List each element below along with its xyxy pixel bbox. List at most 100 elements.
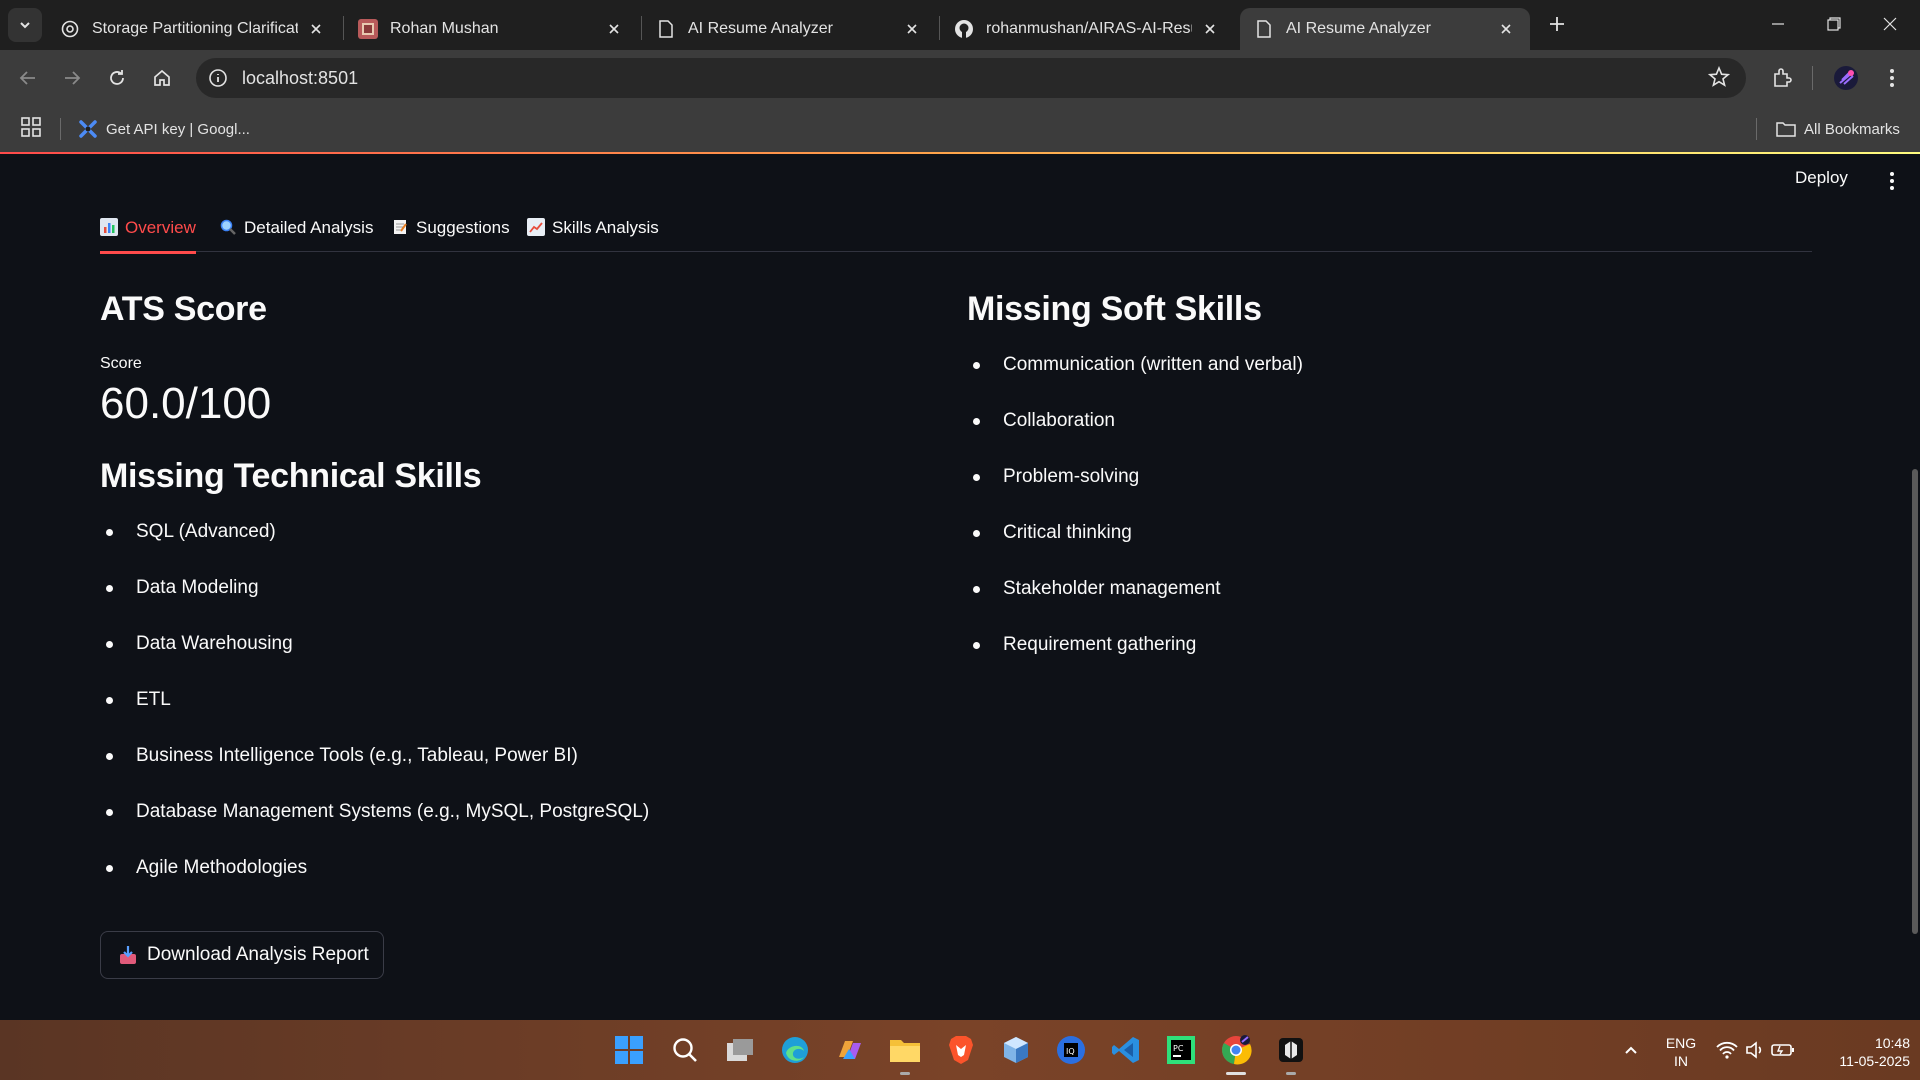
skill-list-item: Agile Methodologies: [100, 854, 920, 910]
skill-list-item: Business Intelligence Tools (e.g., Table…: [100, 742, 920, 798]
vscode-icon[interactable]: [1109, 1033, 1143, 1067]
score-metric-value: 60.0/100: [100, 379, 272, 428]
clock-time: 10:48: [1874, 1035, 1910, 1051]
minimize-icon: [1772, 23, 1784, 25]
restore-button[interactable]: [1806, 0, 1862, 48]
close-icon: [1883, 17, 1897, 31]
home-button[interactable]: [146, 62, 178, 94]
browser-tab-strip: Storage Partitioning Clarificatio Rohan …: [0, 0, 1920, 50]
tab-title: Rohan Mushan: [390, 20, 499, 37]
menu-dot: [1890, 186, 1894, 190]
search-icon[interactable]: [668, 1033, 702, 1067]
skill-list-item: ETL: [100, 686, 920, 742]
left-column: ATS Score Score 60.0/100 Missing Technic…: [100, 290, 920, 910]
intellij-icon[interactable]: IQ: [1054, 1033, 1088, 1067]
clock[interactable]: 10:48 11-05-2025: [1810, 1034, 1910, 1070]
star-icon[interactable]: [1707, 65, 1732, 90]
all-bookmarks-button[interactable]: All Bookmarks: [1776, 114, 1900, 144]
address-bar[interactable]: localhost:8501: [196, 58, 1746, 98]
bar-chart-icon: [100, 218, 118, 236]
chevron-up-icon[interactable]: [1616, 1035, 1646, 1065]
copilot-icon[interactable]: [833, 1033, 867, 1067]
tab-detailed-analysis[interactable]: Detailed Analysis: [219, 210, 373, 252]
score-metric-label: Score: [100, 355, 142, 372]
file-explorer-icon[interactable]: [888, 1033, 922, 1067]
close-icon[interactable]: [604, 19, 624, 39]
minimize-button[interactable]: [1750, 0, 1806, 48]
page-icon: [656, 19, 676, 39]
tab-skills-analysis[interactable]: Skills Analysis: [527, 210, 659, 252]
toolbar-separator: [1812, 66, 1813, 90]
tab-search-button[interactable]: [8, 8, 42, 42]
soft-skills-list: Communication (written and verbal) Collab…: [967, 351, 1787, 687]
arrow-right-icon: [65, 71, 81, 85]
windows-start-icon[interactable]: [612, 1033, 646, 1067]
inbox-tray-icon: [119, 945, 137, 965]
info-icon[interactable]: [204, 64, 232, 92]
reload-button[interactable]: [101, 62, 133, 94]
terminal-app-icon[interactable]: [1274, 1033, 1308, 1067]
skill-list-item: Database Management Systems (e.g., MySQL…: [100, 798, 920, 854]
page-scrollbar[interactable]: [1912, 469, 1918, 934]
pycharm-icon[interactable]: PC: [1164, 1033, 1198, 1067]
deploy-button[interactable]: Deploy: [1795, 168, 1848, 188]
all-bookmarks-label: All Bookmarks: [1804, 120, 1900, 138]
brave-icon[interactable]: [944, 1033, 978, 1067]
tab-overview[interactable]: Overview: [100, 210, 196, 254]
openai-icon: [60, 19, 80, 39]
close-icon[interactable]: [1200, 19, 1220, 39]
tab-label: Overview: [125, 218, 196, 237]
wifi-icon[interactable]: [1712, 1035, 1742, 1065]
skill-list-item: Collaboration: [967, 407, 1787, 463]
tab-suggestions[interactable]: Suggestions: [391, 210, 510, 252]
running-indicator: [1286, 1072, 1296, 1075]
task-view-icon[interactable]: [723, 1033, 757, 1067]
language-indicator[interactable]: ENG IN: [1660, 1034, 1702, 1070]
close-icon[interactable]: [902, 19, 922, 39]
skill-list-item: Critical thinking: [967, 519, 1787, 575]
browser-tab-2[interactable]: Rohan Mushan: [344, 8, 638, 50]
lang-bottom: IN: [1674, 1053, 1688, 1069]
chrome-icon[interactable]: [1219, 1033, 1253, 1067]
close-icon[interactable]: [1496, 19, 1516, 39]
app-main: Deploy Overview Detailed Analysis Sugges…: [0, 154, 1920, 1020]
tab-label: Detailed Analysis: [244, 218, 374, 237]
browser-menu-button[interactable]: [1876, 62, 1908, 94]
analysis-tabs: Overview Detailed Analysis Suggestions S…: [100, 210, 1812, 254]
forward-button[interactable]: [56, 62, 88, 94]
arrow-left-icon: [19, 71, 35, 85]
edge-icon[interactable]: [778, 1033, 812, 1067]
restore-icon: [1827, 17, 1841, 31]
browser-tab-4[interactable]: rohanmushan/AIRAS-AI-Resum: [940, 8, 1234, 50]
missing-technical-skills-heading: Missing Technical Skills: [100, 457, 482, 495]
browser-tab-5-active[interactable]: AI Resume Analyzer: [1240, 8, 1530, 50]
extensions-button[interactable]: [1766, 62, 1798, 94]
browser-tab-3[interactable]: AI Resume Analyzer: [642, 8, 936, 50]
plus-icon: [1550, 17, 1564, 31]
apps-grid-icon[interactable]: [20, 116, 44, 140]
bookmark-get-api-key[interactable]: Get API key | Googl...: [78, 114, 250, 144]
right-column: Missing Soft Skills Communication (writt…: [967, 290, 1787, 687]
tab-title: Storage Partitioning Clarificatio: [92, 20, 298, 37]
clock-date: 11-05-2025: [1839, 1053, 1910, 1069]
reload-icon: [110, 70, 124, 85]
bookmark-separator: [60, 118, 61, 140]
github-icon: [954, 19, 974, 39]
skill-list-item: Problem-solving: [967, 463, 1787, 519]
url-text[interactable]: localhost:8501: [242, 68, 358, 89]
new-tab-button[interactable]: [1545, 12, 1569, 36]
battery-icon[interactable]: [1768, 1035, 1798, 1065]
main-menu-button[interactable]: [1880, 166, 1904, 196]
ats-score-heading: ATS Score: [100, 290, 267, 328]
app-cube-icon[interactable]: [999, 1033, 1033, 1067]
close-window-button[interactable]: [1862, 0, 1918, 48]
puzzle-icon: [1774, 68, 1792, 87]
skill-list-item: Communication (written and verbal): [967, 351, 1787, 407]
browser-tab-1[interactable]: Storage Partitioning Clarificatio: [46, 8, 340, 50]
close-icon[interactable]: [306, 19, 326, 39]
chevron-down-icon: [20, 22, 30, 29]
back-button[interactable]: [12, 62, 44, 94]
download-report-button[interactable]: Download Analysis Report: [100, 931, 384, 979]
profile-avatar[interactable]: [1830, 62, 1862, 94]
volume-icon[interactable]: [1740, 1035, 1770, 1065]
